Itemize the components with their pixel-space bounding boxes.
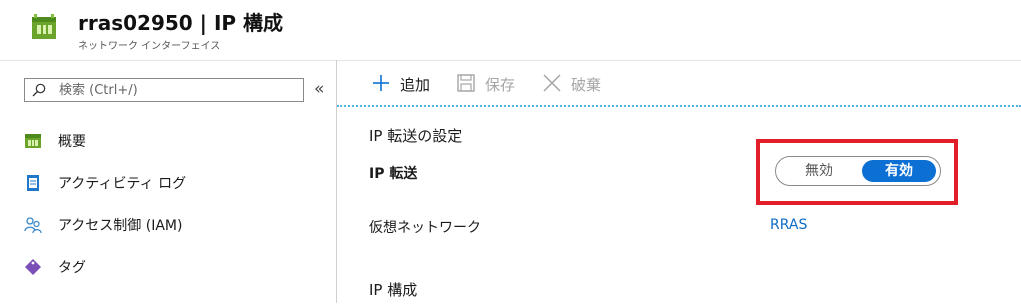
sidebar-item-label: アクティビティ ログ <box>58 176 187 192</box>
section-title: IP 転送の設定 <box>369 127 463 145</box>
discard-button-label: 破棄 <box>571 76 602 94</box>
network-interface-icon <box>32 14 56 39</box>
page-title: rras02950 | IP 構成 <box>78 11 283 35</box>
plus-icon <box>373 75 389 91</box>
overview-icon <box>25 134 41 148</box>
sidebar-item-access-control[interactable]: アクセス制御 (IAM) <box>24 211 324 239</box>
discard-button[interactable]: 破棄 <box>542 71 612 97</box>
toggle-option-disabled[interactable]: 無効 <box>784 160 854 182</box>
page-subtitle: ネットワーク インターフェイス <box>78 41 221 52</box>
save-button[interactable]: 保存 <box>456 71 526 97</box>
activity-log-icon <box>27 175 39 191</box>
search-box[interactable] <box>24 78 304 102</box>
search-icon <box>32 83 46 97</box>
sidebar-item-overview[interactable]: 概要 <box>24 127 324 155</box>
add-button-label: 追加 <box>400 76 431 94</box>
blade-header: rras02950 | IP 構成 ネットワーク インターフェイス <box>0 0 1021 60</box>
save-button-label: 保存 <box>485 76 516 94</box>
access-control-icon <box>24 217 42 234</box>
virtual-network-label: 仮想ネットワーク <box>369 220 481 236</box>
collapse-sidebar-button[interactable]: « <box>314 79 324 99</box>
ip-forwarding-toggle[interactable]: 無効 有効 <box>775 156 941 186</box>
main-content: 追加 保存 破棄 IP 転送の設定 IP 転送 無効 有効 仮想ネットワーク R… <box>337 60 1021 304</box>
toolbar-separator <box>337 105 1021 107</box>
ip-forwarding-label: IP 転送 <box>369 166 418 182</box>
sidebar: « 概要 アクティビティ ログ アクセス制御 (IAM) <box>0 60 336 304</box>
toggle-option-enabled[interactable]: 有効 <box>862 160 936 182</box>
add-button[interactable]: 追加 <box>371 71 441 97</box>
ip-config-section-title: IP 構成 <box>369 281 418 299</box>
sidebar-item-activity-log[interactable]: アクティビティ ログ <box>24 169 324 197</box>
highlight-box: 無効 有効 <box>756 139 958 205</box>
tag-icon <box>25 259 41 275</box>
sidebar-item-label: 概要 <box>58 134 86 150</box>
sidebar-item-label: アクセス制御 (IAM) <box>58 218 183 234</box>
close-icon <box>543 74 561 92</box>
virtual-network-link[interactable]: RRAS <box>770 217 807 233</box>
sidebar-item-label: タグ <box>58 260 86 276</box>
sidebar-item-tags[interactable]: タグ <box>24 253 324 281</box>
save-icon <box>457 74 475 92</box>
search-input[interactable] <box>59 81 299 99</box>
